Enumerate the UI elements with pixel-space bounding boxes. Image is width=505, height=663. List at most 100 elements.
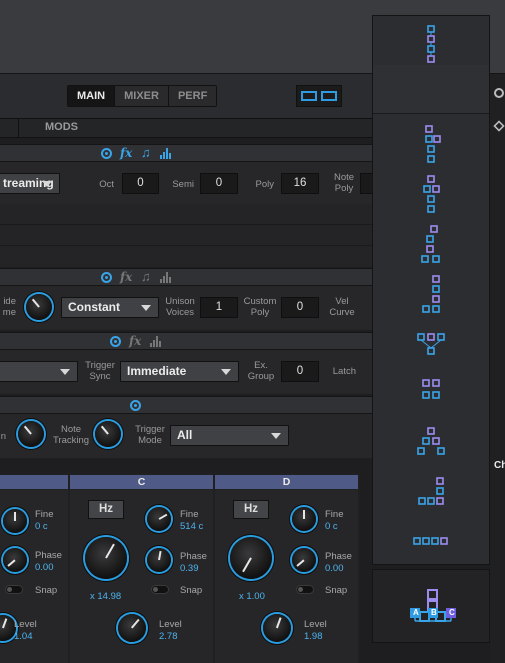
algorithm-7-icon <box>417 333 445 355</box>
vel-curve-label: Vel Curve <box>329 296 355 318</box>
meter-icon[interactable] <box>160 148 172 159</box>
voice-mode-dropdown[interactable]: treaming <box>0 173 60 194</box>
custom-poly-label: Custom Poly <box>243 296 277 318</box>
unison-voices-field[interactable]: 1 <box>200 297 238 318</box>
lfo-label: n <box>0 431 6 442</box>
tab-main[interactable]: MAIN <box>68 86 116 106</box>
hz-button-c[interactable]: Hz <box>88 500 124 519</box>
algorithm-3-icon <box>425 125 441 163</box>
operator-b-header <box>0 475 68 489</box>
enable-icon[interactable] <box>101 148 112 159</box>
page-selector: MAIN MIXER PERF <box>67 85 218 107</box>
globe-icon[interactable] <box>494 88 504 98</box>
hz-button-d[interactable]: Hz <box>233 500 269 519</box>
fine-value-d: 0 c <box>325 521 338 532</box>
layout-toggle-button[interactable] <box>296 85 342 107</box>
algorithm-6-icon <box>422 275 440 313</box>
side-panel-edge <box>490 74 505 663</box>
fine-knob-b[interactable] <box>3 509 27 533</box>
enable-icon[interactable] <box>101 272 112 283</box>
snap-toggle-c[interactable] <box>151 585 169 594</box>
multiplier-c: x 14.98 <box>90 591 122 602</box>
snap-label-b: Snap <box>35 585 58 596</box>
fx-icon[interactable]: fx <box>120 270 132 284</box>
fine-value-b: 0 c <box>35 521 48 532</box>
semi-field[interactable]: 0 <box>200 173 238 194</box>
glide-time-knob[interactable] <box>26 294 52 320</box>
semi-label: Semi <box>172 179 194 190</box>
glide-time-label: ide me <box>2 296 16 318</box>
latch-label: Latch <box>332 366 356 377</box>
note-poly-label: Note Poly <box>333 172 355 194</box>
algorithm-item[interactable] <box>373 65 489 114</box>
fx-icon[interactable]: fx <box>129 334 141 348</box>
multiplier-d: x 1.00 <box>239 591 265 602</box>
selected-algorithm[interactable]: A B C <box>372 569 490 643</box>
phase-knob-d[interactable] <box>292 548 316 572</box>
level-knob-c[interactable] <box>118 614 146 642</box>
trigger-sync-label: Trigger Sync <box>85 360 115 382</box>
algorithm-4-icon <box>423 175 440 213</box>
phase-value-b: 0.00 <box>35 562 54 573</box>
poly-field[interactable]: 16 <box>281 173 319 194</box>
algorithm-5-icon <box>421 225 440 263</box>
phase-knob-c[interactable] <box>147 548 171 572</box>
level-value-b: 1.04 <box>14 631 33 642</box>
phase-knob-b[interactable] <box>3 548 27 572</box>
fine-label-d: Fine <box>325 509 344 520</box>
tab-divider <box>18 118 19 138</box>
ex-group-label: Ex. Group <box>247 360 275 382</box>
selected-algorithm-icon <box>410 589 456 622</box>
trigger-sync-dropdown[interactable]: Immediate <box>120 361 239 382</box>
fine-knob-c[interactable] <box>147 507 171 531</box>
algorithm-op-b: B <box>431 608 437 617</box>
coarse-knob-c[interactable] <box>85 537 127 579</box>
phase-label-c: Phase <box>180 551 207 562</box>
snap-toggle-d[interactable] <box>296 585 314 594</box>
level-value-d: 1.98 <box>304 631 323 642</box>
enable-icon[interactable] <box>110 336 121 347</box>
level-knob-d[interactable] <box>263 614 291 642</box>
tab-mixer[interactable]: MIXER <box>115 86 169 106</box>
enable-icon[interactable] <box>130 400 141 411</box>
algorithm-10-icon <box>418 477 444 505</box>
ex-group-field[interactable]: 0 <box>281 361 319 382</box>
phase-value-c: 0.39 <box>180 563 199 574</box>
phase-value-d: 0.00 <box>325 563 344 574</box>
fine-label-b: Fine <box>35 509 54 520</box>
poly-label: Poly <box>255 179 274 190</box>
operator-c-header: C <box>70 475 213 489</box>
level-label-c: Level <box>159 619 182 630</box>
phase-label-b: Phase <box>35 550 62 561</box>
tab-mods[interactable]: MODS <box>45 121 78 133</box>
oct-field[interactable]: 0 <box>122 173 159 194</box>
algorithm-9-icon <box>417 427 445 455</box>
side-label: Ch <box>494 460 505 471</box>
oct-label: Oct <box>99 179 114 190</box>
glide-mode-dropdown[interactable]: Constant <box>61 297 159 318</box>
coarse-knob-d[interactable] <box>230 537 272 579</box>
note-icon[interactable]: ♫ <box>141 269 151 284</box>
fx-icon[interactable]: fx <box>120 146 132 160</box>
fine-value-c: 514 c <box>180 521 204 532</box>
snap-toggle-b[interactable] <box>5 585 23 594</box>
algorithm-1-icon <box>427 25 435 63</box>
trigger-mode-dropdown[interactable]: All <box>170 425 289 446</box>
lfo-knob[interactable] <box>18 421 44 447</box>
single-view-icon <box>301 91 317 101</box>
tab-perf[interactable]: PERF <box>169 86 216 106</box>
algorithm-op-a: A <box>413 608 419 617</box>
snap-label-c: Snap <box>180 585 203 596</box>
level-label-d: Level <box>304 619 327 630</box>
algorithm-op-c: C <box>449 608 455 617</box>
fine-knob-d[interactable] <box>292 507 316 531</box>
fine-label-c: Fine <box>180 509 199 520</box>
meter-icon[interactable] <box>150 336 162 347</box>
custom-poly-field[interactable]: 0 <box>281 297 319 318</box>
meter-icon[interactable] <box>160 272 172 283</box>
note-icon[interactable]: ♫ <box>141 145 151 160</box>
trigger-source-dropdown[interactable] <box>0 361 78 382</box>
note-tracking-knob[interactable] <box>95 421 121 447</box>
trigger-mode-label: Trigger Mode <box>135 424 165 446</box>
algorithm-8-icon <box>422 379 440 399</box>
